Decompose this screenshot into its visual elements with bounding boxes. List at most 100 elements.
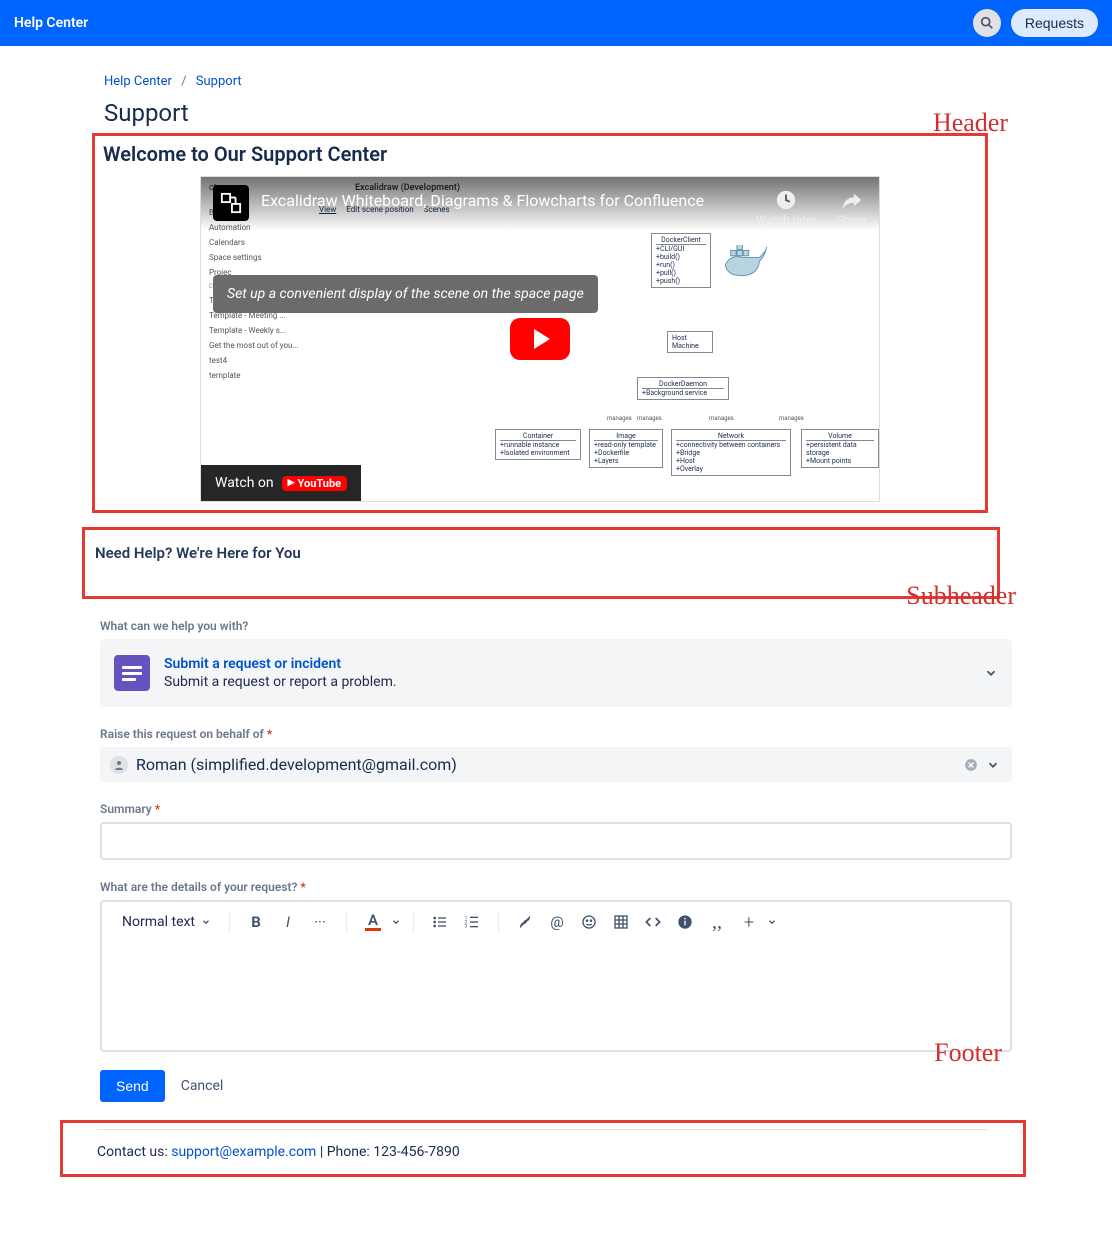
- form-actions: Send Cancel: [100, 1070, 1012, 1102]
- chevron-down-icon[interactable]: [986, 758, 1000, 772]
- link-icon: [517, 914, 533, 930]
- insert-button[interactable]: +: [735, 908, 763, 936]
- diag-container: Container: [500, 432, 576, 441]
- behalf-label: Raise this request on behalf of *: [100, 727, 1012, 741]
- breadcrumb-home[interactable]: Help Center: [104, 74, 172, 89]
- chevron-down-icon[interactable]: [391, 917, 401, 927]
- thumb-side-item: Space settings: [205, 250, 307, 265]
- summary-input[interactable]: [100, 822, 1012, 860]
- info-icon: [677, 914, 693, 930]
- footer-divider: [97, 1129, 989, 1130]
- header-redbox: Welcome to Our Support Center ct space E…: [92, 133, 988, 513]
- watch-later-button[interactable]: Watch later: [756, 189, 817, 227]
- code-button[interactable]: [639, 908, 667, 936]
- diag-network: Network: [676, 432, 786, 441]
- emoji-button[interactable]: [575, 908, 603, 936]
- video-channel-icon: [213, 185, 249, 221]
- thumb-side-item: test4: [205, 353, 307, 368]
- summary-label: Summary *: [100, 802, 1012, 816]
- requests-button[interactable]: Requests: [1011, 9, 1098, 37]
- youtube-badge-icon: YouTube: [282, 476, 347, 491]
- send-button[interactable]: Send: [100, 1070, 165, 1102]
- text-color-icon: A: [365, 913, 381, 931]
- footer-redbox: Contact us: support@example.com | Phone:…: [60, 1120, 1026, 1177]
- diag-volume: Volume: [806, 432, 874, 441]
- close-icon: [964, 758, 978, 772]
- emoji-icon: [581, 914, 597, 930]
- bold-icon: B: [251, 913, 261, 931]
- chevron-down-icon[interactable]: [767, 917, 777, 927]
- video-tooltip: Set up a convenient display of the scene…: [213, 275, 598, 313]
- info-button[interactable]: [671, 908, 699, 936]
- table-button[interactable]: [607, 908, 635, 936]
- more-formatting-button[interactable]: ···: [306, 908, 334, 936]
- content: Header Subheader Footer Help Center / Su…: [100, 46, 1012, 1217]
- video-top-right: Watch later Share: [756, 185, 867, 227]
- mention-button[interactable]: @: [543, 908, 571, 936]
- request-type-title: Submit a request or incident: [164, 656, 397, 672]
- thumb-side-item: Template - Weekly s...: [205, 323, 307, 338]
- table-icon: [613, 914, 629, 930]
- svg-text:3: 3: [465, 923, 468, 929]
- diag-image: Image: [594, 432, 658, 441]
- quote-button[interactable]: ,,: [703, 908, 731, 936]
- video-title[interactable]: Excalidraw Whiteboard, Diagrams & Flowch…: [261, 185, 704, 210]
- diag-daemon: DockerDaemon: [642, 380, 724, 389]
- ellipsis-icon: ···: [314, 913, 326, 931]
- clear-button[interactable]: [964, 758, 978, 772]
- search-button[interactable]: [973, 9, 1001, 37]
- topbar-title[interactable]: Help Center: [14, 15, 88, 31]
- share-button[interactable]: Share: [836, 189, 867, 227]
- request-type-icon: [114, 655, 150, 691]
- behalf-value: Roman (simplified.development@gmail.com): [136, 755, 457, 774]
- editor-toolbar: Normal text B I ··· A: [102, 902, 1010, 942]
- welcome-heading: Welcome to Our Support Center: [95, 136, 985, 176]
- breadcrumb: Help Center / Support: [100, 74, 1012, 99]
- details-label: What are the details of your request? *: [100, 880, 1012, 894]
- page-title: Support: [100, 99, 1012, 127]
- subheader-redbox: Need Help? We're Here for You: [82, 527, 1000, 599]
- chevron-down-icon: [201, 917, 211, 927]
- numbered-list-button[interactable]: 123: [458, 908, 486, 936]
- person-icon: [110, 756, 128, 774]
- clock-icon: [775, 189, 797, 211]
- bold-button[interactable]: B: [242, 908, 270, 936]
- numbered-list-icon: 123: [464, 914, 480, 930]
- behalf-select[interactable]: Roman (simplified.development@gmail.com): [100, 747, 1012, 782]
- thumb-side-item: Calendars: [205, 235, 307, 250]
- breadcrumb-current[interactable]: Support: [196, 74, 242, 89]
- topbar-right: Requests: [973, 9, 1098, 37]
- thumb-side-item: template: [205, 368, 307, 383]
- thumb-side-item: Get the most out of you...: [205, 338, 307, 353]
- footer-phone: 123-456-7890: [373, 1144, 459, 1160]
- text-color-button[interactable]: A: [359, 908, 387, 936]
- topbar: Help Center Requests: [0, 0, 1112, 46]
- what-label: What can we help you with?: [100, 619, 1012, 633]
- video-thumb-sidebar: Blogs Automation Calendars Space setting…: [201, 201, 311, 501]
- at-icon: @: [550, 913, 563, 931]
- link-button[interactable]: [511, 908, 539, 936]
- breadcrumb-separator: /: [175, 74, 192, 89]
- whale-icon: [721, 245, 771, 281]
- diag-client: DockerClient: [656, 236, 706, 245]
- editor-textarea[interactable]: [102, 942, 1010, 1050]
- bullet-list-button[interactable]: [426, 908, 454, 936]
- video-embed[interactable]: ct space Excalidraw (Development) Blogs …: [200, 176, 880, 502]
- video-thumb-main: View Edit scene position Scenes DockerCl…: [311, 201, 879, 501]
- details-editor: Normal text B I ··· A: [100, 900, 1012, 1052]
- subheader-heading: Need Help? We're Here for You: [95, 544, 987, 562]
- italic-icon: I: [286, 913, 290, 931]
- bullet-list-icon: [432, 914, 448, 930]
- play-button[interactable]: [510, 318, 570, 360]
- video-overlay-top: Excalidraw Whiteboard, Diagrams & Flowch…: [201, 177, 879, 231]
- share-icon: [841, 189, 863, 211]
- text-style-select[interactable]: Normal text: [116, 910, 217, 934]
- code-icon: [645, 914, 661, 930]
- footer-email-link[interactable]: support@example.com: [171, 1144, 316, 1160]
- italic-button[interactable]: I: [274, 908, 302, 936]
- video-overlay-bottom[interactable]: Watch on YouTube: [201, 465, 361, 501]
- request-type-select[interactable]: Submit a request or incident Submit a re…: [100, 639, 1012, 707]
- search-icon: [979, 15, 995, 31]
- footer-text: Contact us: support@example.com | Phone:…: [97, 1144, 989, 1160]
- cancel-button[interactable]: Cancel: [181, 1078, 224, 1094]
